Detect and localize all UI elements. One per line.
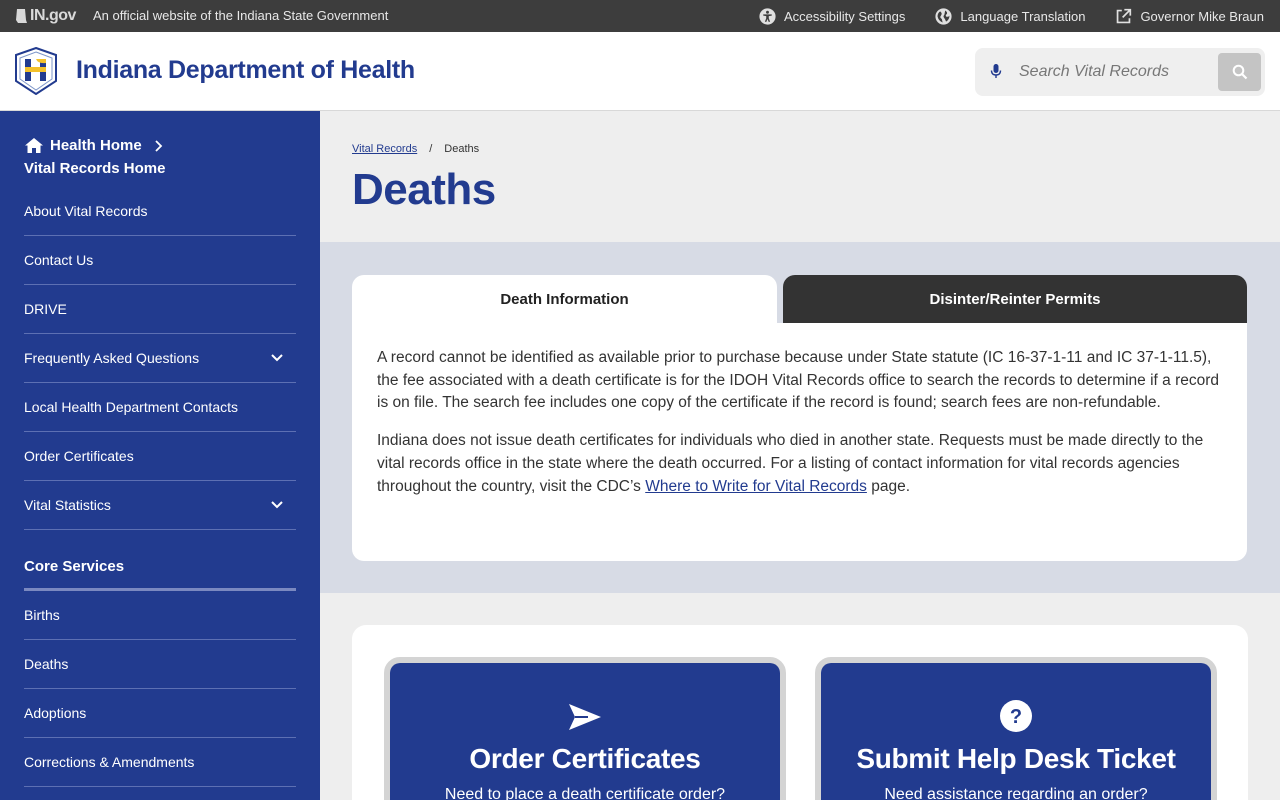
sidebar-item-vital-statistics[interactable]: Vital Statistics xyxy=(24,481,296,530)
cards-container: Order Certificates Need to place a death… xyxy=(352,625,1248,800)
sidebar-item-label: Corrections & Amendments xyxy=(24,754,195,770)
idoh-logo[interactable] xyxy=(14,46,58,100)
governor-link-label: Governor Mike Braun xyxy=(1140,8,1264,24)
site-header: Indiana Department of Health xyxy=(0,32,1280,111)
language-translation-label: Language Translation xyxy=(960,8,1086,24)
top-utility-bar: IN.gov An official website of the Indian… xyxy=(0,0,1280,32)
globe-icon xyxy=(935,7,952,25)
search-box xyxy=(975,48,1265,96)
accessibility-icon xyxy=(759,7,776,25)
chevron-down-icon[interactable] xyxy=(270,353,284,363)
site-title[interactable]: Indiana Department of Health xyxy=(76,56,415,85)
tabs-section: Death Information Disinter/Reinter Permi… xyxy=(320,242,1280,593)
search-button[interactable] xyxy=(1218,53,1261,91)
breadcrumb-vital-records-link[interactable]: Vital Records xyxy=(352,143,417,155)
external-link-icon xyxy=(1117,8,1132,23)
utility-links: Accessibility Settings Language Translat… xyxy=(759,0,1264,32)
tab-death-information[interactable]: Death Information xyxy=(352,275,777,323)
send-icon xyxy=(569,704,601,730)
sidebar-item-label: Vital Statistics xyxy=(24,497,111,513)
tab-disinter-reinter-permits[interactable]: Disinter/Reinter Permits xyxy=(783,275,1247,323)
sidebar-item-label: Order Certificates xyxy=(24,448,134,464)
sidebar-item-adoptions[interactable]: Adoptions xyxy=(24,689,296,738)
sidebar-item-label: Births xyxy=(24,607,60,623)
accessibility-settings-link[interactable]: Accessibility Settings xyxy=(759,7,906,25)
order-certificates-card[interactable]: Order Certificates Need to place a death… xyxy=(384,657,786,800)
sidebar-item-births[interactable]: Births xyxy=(24,591,296,640)
main-content: Vital Records / Deaths Deaths Death Info… xyxy=(320,111,1280,800)
tab-panel-death-information: A record cannot be identified as availab… xyxy=(352,323,1247,561)
sidebar-item-label: DRIVE xyxy=(24,301,67,317)
help-icon: ? xyxy=(1000,700,1032,732)
indiana-outline-icon xyxy=(16,9,27,23)
sidebar-item-label: About Vital Records xyxy=(24,203,148,219)
core-services-menu: Births Deaths Adoptions Corrections & Am… xyxy=(24,591,296,787)
sidebar-item-label: Deaths xyxy=(24,656,69,672)
breadcrumb-separator: / xyxy=(429,143,433,155)
search-icon xyxy=(1232,64,1247,80)
card-inner: ? Submit Help Desk Ticket Need assistanc… xyxy=(821,663,1211,800)
sidebar-item-drive[interactable]: DRIVE xyxy=(24,285,296,334)
in-gov-logo-text: IN.gov xyxy=(30,7,76,24)
vital-records-home-link[interactable]: Vital Records Home xyxy=(24,160,165,177)
card-title: Submit Help Desk Ticket xyxy=(856,743,1176,774)
microphone-icon[interactable] xyxy=(990,63,1002,80)
panel-paragraph-2: Indiana does not issue death certificate… xyxy=(377,430,1223,498)
sidebar-item-label: Contact Us xyxy=(24,252,94,268)
panel-paragraph-1: A record cannot be identified as availab… xyxy=(377,349,1220,412)
governor-link[interactable]: Governor Mike Braun xyxy=(1115,8,1264,25)
sidebar-item-faq[interactable]: Frequently Asked Questions xyxy=(24,334,296,383)
chevron-down-icon[interactable] xyxy=(270,500,284,510)
sidebar-item-corrections[interactable]: Corrections & Amendments xyxy=(24,738,296,787)
language-translation-link[interactable]: Language Translation xyxy=(935,7,1086,25)
card-inner: Order Certificates Need to place a death… xyxy=(390,663,780,800)
idoh-seal-icon xyxy=(15,46,57,96)
svg-text:?: ? xyxy=(1010,706,1022,728)
sidebar-item-order-certificates[interactable]: Order Certificates xyxy=(24,432,296,481)
page-title: Deaths xyxy=(352,165,496,214)
health-home-link[interactable]: Health Home xyxy=(24,137,166,154)
sidebar-item-local-contacts[interactable]: Local Health Department Contacts xyxy=(24,383,296,432)
home-icon xyxy=(25,138,43,153)
health-home-label: Health Home xyxy=(50,137,142,154)
sidebar-item-label: Frequently Asked Questions xyxy=(24,350,200,366)
official-site-notice: An official website of the Indiana State… xyxy=(93,8,389,23)
card-subtitle: Need to place a death certificate order? xyxy=(444,786,726,800)
sidebar-item-about[interactable]: About Vital Records xyxy=(24,187,296,236)
sidebar-item-label: Local Health Department Contacts xyxy=(24,399,238,415)
core-services-heading: Core Services xyxy=(24,558,296,591)
sidebar-menu: About Vital Records Contact Us DRIVE Fre… xyxy=(24,187,296,530)
where-to-write-link[interactable]: Where to Write for Vital Records xyxy=(645,478,867,495)
sidebar-item-contact[interactable]: Contact Us xyxy=(24,236,296,285)
chevron-right-icon xyxy=(155,139,162,152)
accessibility-settings-label: Accessibility Settings xyxy=(784,8,906,24)
breadcrumb-current: Deaths xyxy=(444,143,480,155)
card-title: Order Certificates xyxy=(469,743,701,774)
sidebar-nav: Health Home Vital Records Home About Vit… xyxy=(0,111,320,800)
help-desk-card[interactable]: ? Submit Help Desk Ticket Need assistanc… xyxy=(815,657,1217,800)
sidebar-item-label: Adoptions xyxy=(24,705,87,721)
breadcrumb: Vital Records / Deaths xyxy=(352,143,479,155)
sidebar-item-deaths[interactable]: Deaths xyxy=(24,640,296,689)
panel-paragraph-2-end: page. xyxy=(866,477,911,495)
search-input[interactable] xyxy=(1019,60,1184,84)
in-gov-logo[interactable]: IN.gov xyxy=(16,7,76,25)
card-subtitle: Need assistance regarding an order? xyxy=(884,786,1148,800)
cards-section: Order Certificates Need to place a death… xyxy=(320,593,1280,800)
title-band: Vital Records / Deaths Deaths xyxy=(320,111,1280,242)
